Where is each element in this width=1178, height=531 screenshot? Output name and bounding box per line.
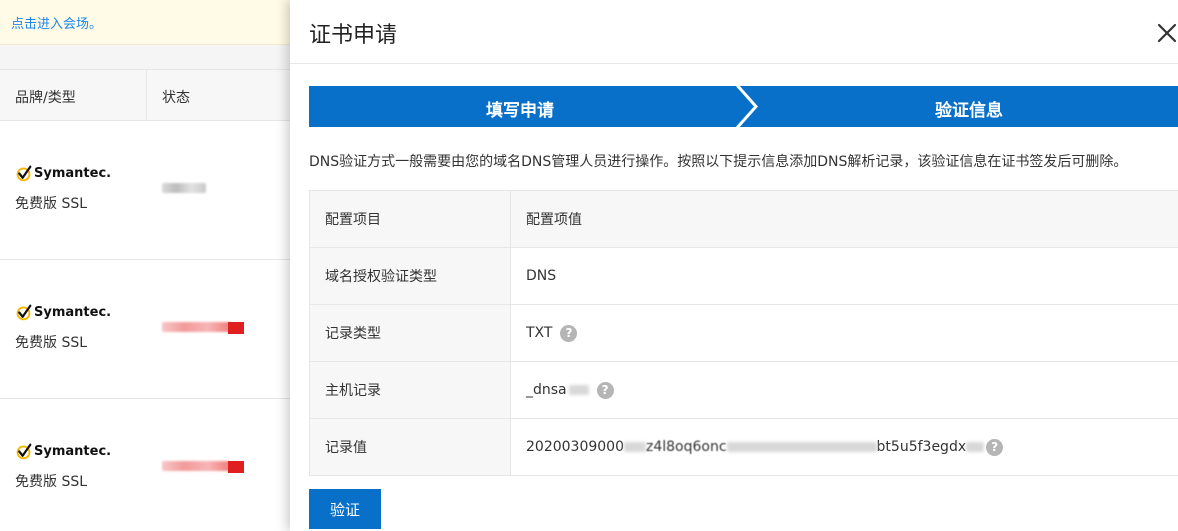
checkmark-icon: [16, 304, 32, 321]
notice-bar: 点击进入会场。: [0, 0, 300, 45]
table-row: 记录值 20200309000 z4l8oq6onc bt5u5f3egdx ?: [309, 418, 1178, 476]
drawer-title: 证书申请: [309, 23, 398, 48]
page: 点击进入会场。 品牌/类型 状态 Symantec. 免费版 SSL Syman…: [0, 0, 1178, 531]
symantec-logo: Symantec.: [15, 165, 111, 182]
row-value: TXT ?: [510, 304, 1178, 362]
status-blurred-tip: [228, 461, 244, 473]
status-blurred: [162, 461, 230, 471]
table-row: Symantec. 免费版 SSL: [0, 120, 300, 260]
column-header-status: 状态: [162, 90, 190, 106]
close-icon[interactable]: [1156, 22, 1178, 44]
help-icon[interactable]: ?: [986, 438, 1004, 456]
help-icon[interactable]: ?: [560, 324, 578, 342]
table-row: Symantec. 免费版 SSL: [0, 398, 300, 531]
brand-name: Symantec.: [34, 305, 112, 320]
step-fill-application: 填写申请: [486, 101, 554, 121]
drawer-header: 证书申请: [290, 0, 1178, 64]
certificate-application-drawer: 证书申请 填写申请 验证信息 DNS验证方式一般需要由您的域名DNS管理人员进行…: [290, 0, 1178, 531]
status-blurred-tip: [228, 322, 244, 334]
value-text-mid: z4l8oq6onc: [645, 439, 727, 455]
blurred-value: [726, 442, 877, 452]
symantec-logo: Symantec.: [15, 304, 111, 321]
column-divider: [146, 70, 147, 120]
notice-link[interactable]: 点击进入会场。: [11, 13, 102, 32]
blurred-value: [966, 442, 985, 452]
table-header-row: 配置项目 配置项值: [309, 190, 1178, 248]
help-icon[interactable]: ?: [596, 381, 614, 399]
table-row: 主机记录 _dnsa ?: [309, 361, 1178, 419]
brand-name: Symantec.: [34, 166, 112, 181]
steps-bar: 填写申请 验证信息: [309, 86, 1178, 127]
row-value: DNS: [510, 247, 1178, 305]
verify-button[interactable]: 验证: [309, 489, 381, 529]
value-text: _dnsa: [526, 382, 567, 398]
table-row: Symantec. 免费版 SSL: [0, 259, 300, 399]
cert-type: 免费版 SSL: [15, 196, 88, 212]
checkmark-icon: [16, 165, 32, 182]
background-gap: [0, 45, 300, 69]
row-key: 主机记录: [309, 361, 511, 419]
row-key: 记录值: [309, 418, 511, 476]
blurred-value: [568, 385, 589, 395]
row-value: 20200309000 z4l8oq6onc bt5u5f3egdx ?: [510, 418, 1178, 476]
value-text: TXT: [526, 325, 553, 341]
step-verify-info: 验证信息: [935, 101, 1003, 121]
row-value: _dnsa ?: [510, 361, 1178, 419]
symantec-logo: Symantec.: [15, 443, 111, 460]
cert-type: 免费版 SSL: [15, 335, 88, 351]
table-row: 记录类型 TXT ?: [309, 304, 1178, 362]
checkmark-icon: [16, 443, 32, 460]
brand-name: Symantec.: [34, 444, 112, 459]
background-page: 点击进入会场。 品牌/类型 状态 Symantec. 免费版 SSL Syman…: [0, 0, 300, 531]
dns-description: DNS验证方式一般需要由您的域名DNS管理人员进行操作。按照以下提示信息添加DN…: [309, 154, 1128, 170]
background-table-header: 品牌/类型 状态: [0, 69, 300, 121]
value-text: DNS: [526, 268, 557, 284]
config-table: 配置项目 配置项值 域名授权验证类型 DNS 记录类型 TXT ? 主机记录 _…: [309, 190, 1178, 476]
cert-type: 免费版 SSL: [15, 474, 88, 490]
steps-background: [309, 86, 1178, 127]
header-config-item: 配置项目: [309, 190, 511, 248]
column-header-brand: 品牌/类型: [15, 90, 76, 106]
row-key: 记录类型: [309, 304, 511, 362]
value-text-suffix: bt5u5f3egdx: [876, 439, 967, 455]
status-blurred: [162, 322, 230, 332]
row-key: 域名授权验证类型: [309, 247, 511, 305]
table-row: 域名授权验证类型 DNS: [309, 247, 1178, 305]
value-text-prefix: 20200309000: [526, 439, 624, 455]
header-config-value: 配置项值: [510, 190, 1178, 248]
status-blurred: [162, 183, 206, 193]
blurred-value: [623, 442, 646, 452]
